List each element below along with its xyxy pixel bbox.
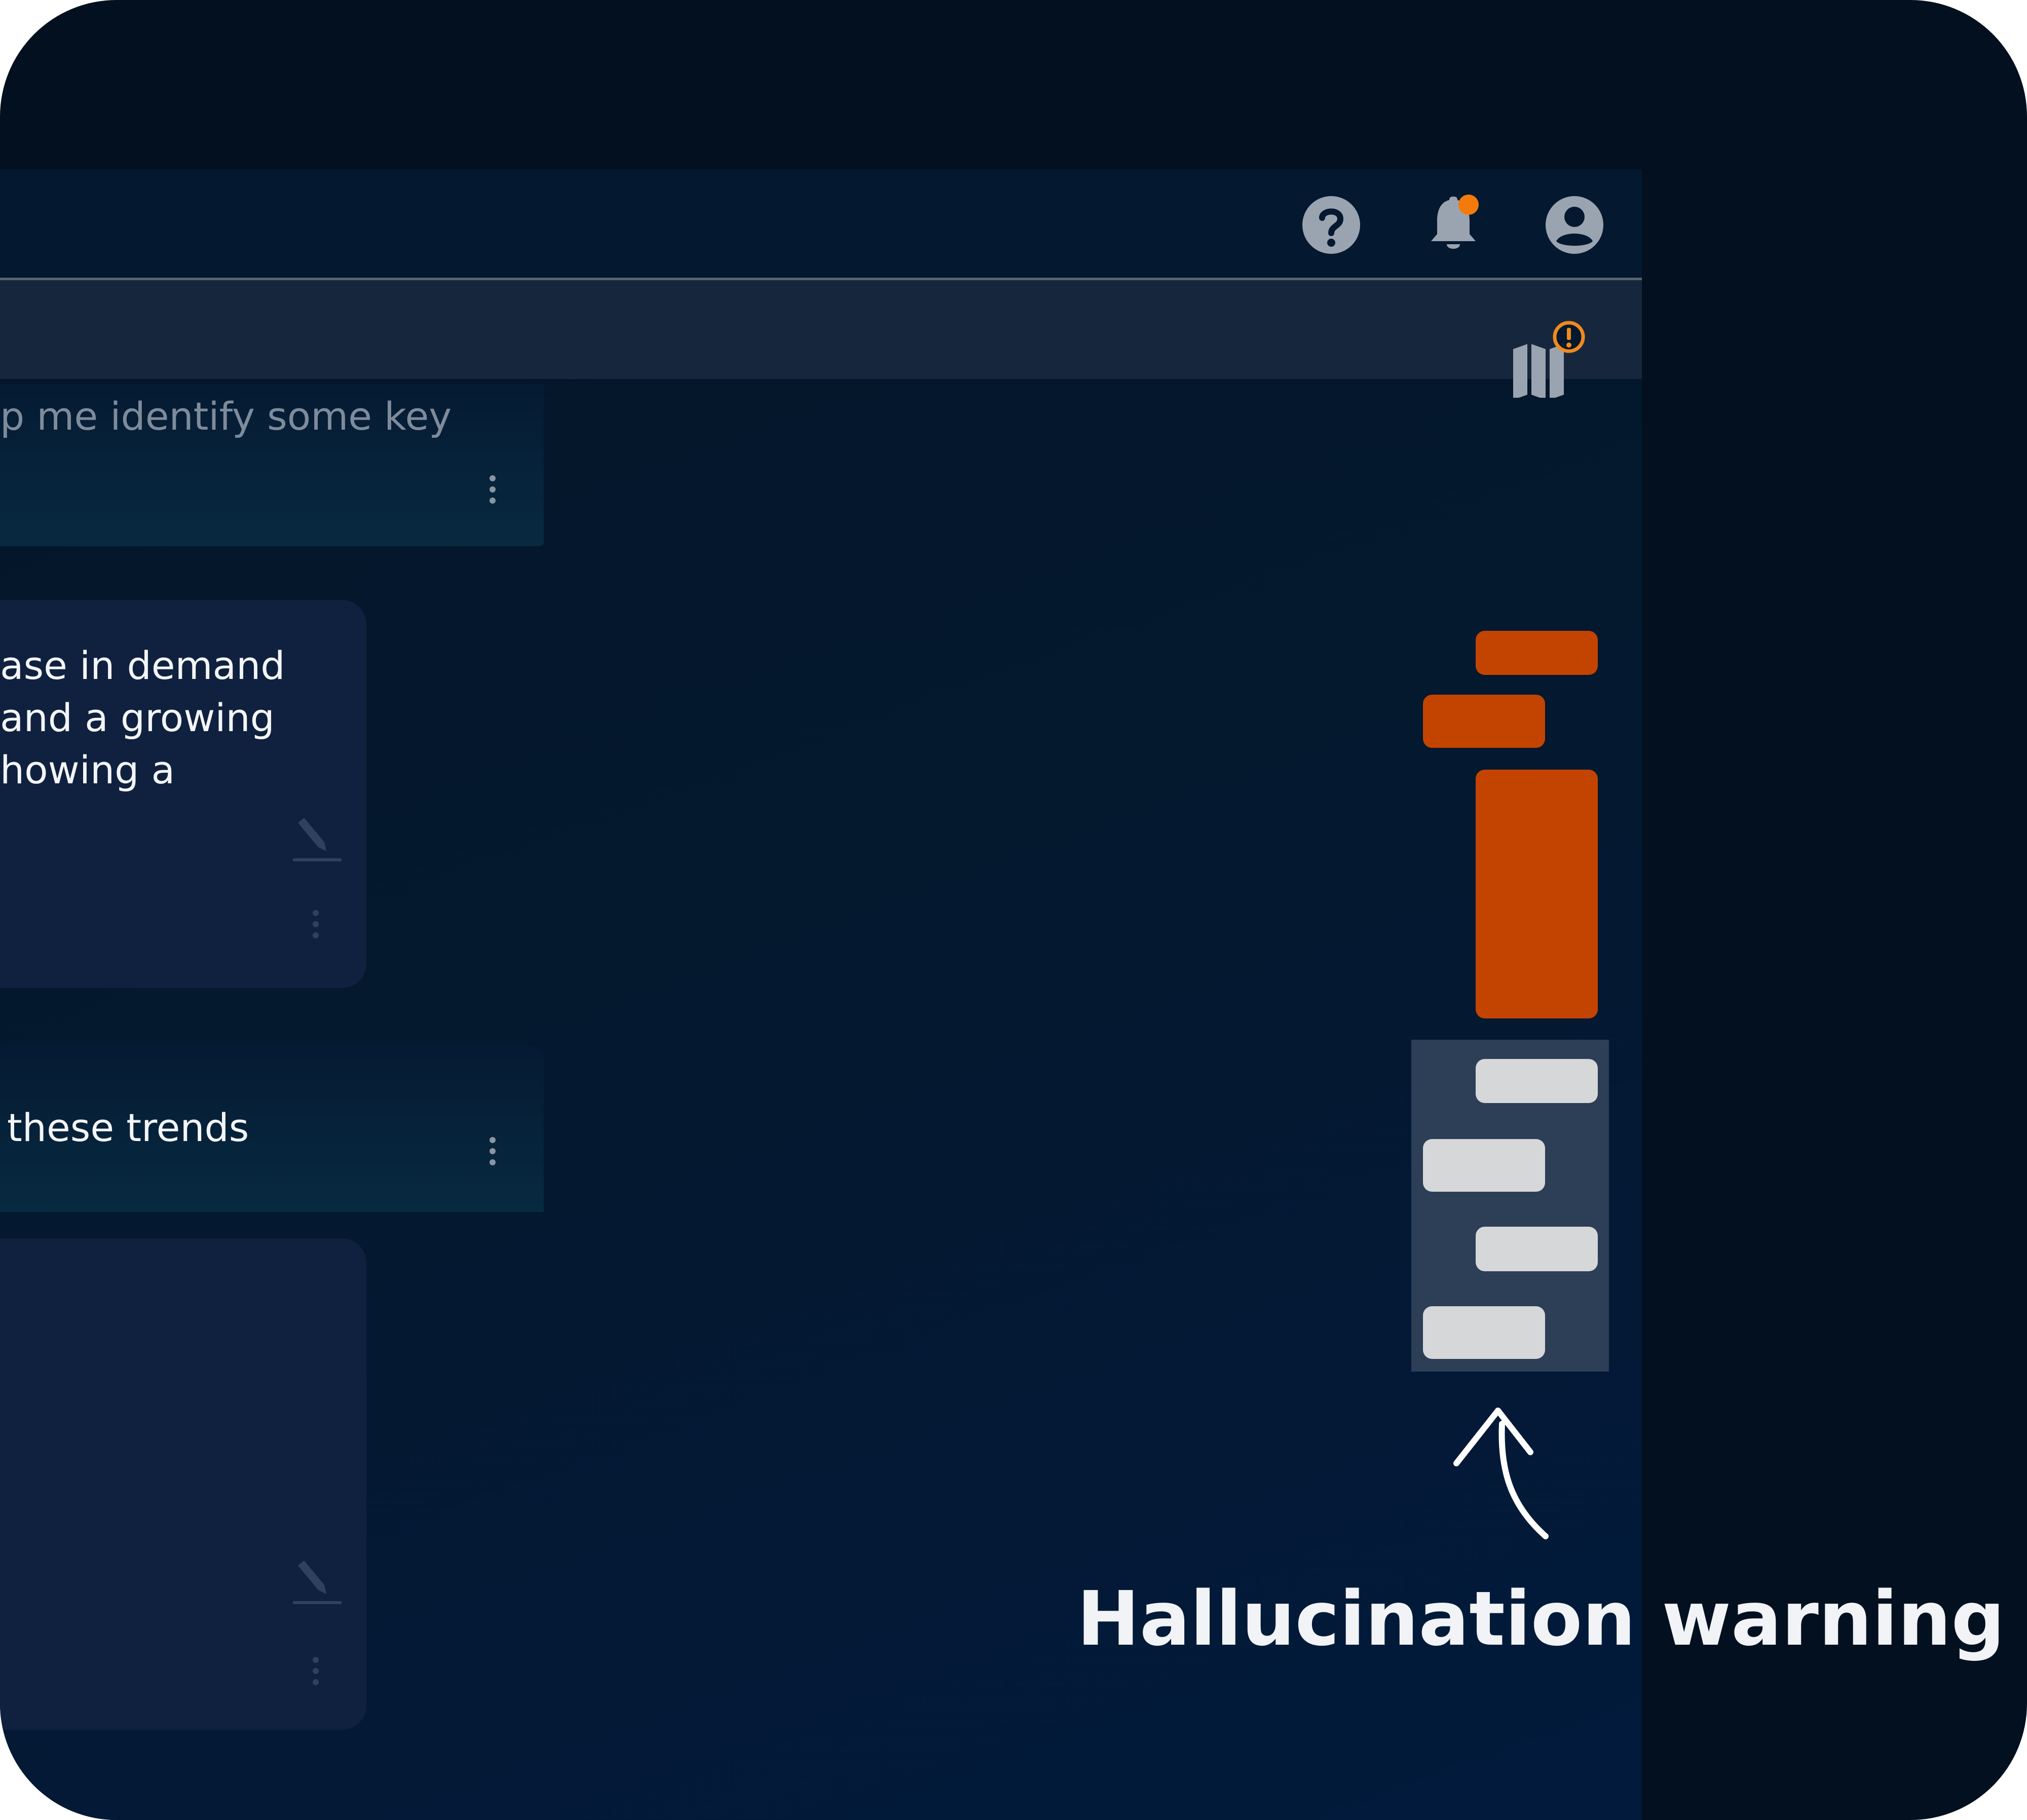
map-icon[interactable] bbox=[1506, 317, 1592, 398]
alert-circle-icon bbox=[1553, 321, 1585, 353]
user-message: p me identify some key bbox=[0, 384, 544, 546]
minimap-block-warning[interactable] bbox=[1476, 770, 1598, 1018]
more-options-icon[interactable] bbox=[311, 1656, 321, 1686]
notification-dot bbox=[1458, 195, 1479, 215]
account-icon[interactable] bbox=[1544, 195, 1605, 255]
message-line: and a growing bbox=[0, 695, 275, 740]
device-frame: p me identify some key ase in demand and… bbox=[0, 0, 2027, 1820]
assistant-message bbox=[0, 1238, 366, 1730]
message-line: howing a bbox=[0, 747, 175, 792]
minimap-block[interactable] bbox=[1423, 1139, 1545, 1192]
user-message: these trends bbox=[0, 1045, 544, 1212]
minimap-block[interactable] bbox=[1476, 1059, 1598, 1103]
message-line: these trends bbox=[7, 1105, 249, 1150]
minimap-block[interactable] bbox=[1476, 1227, 1598, 1271]
message-line: ase in demand bbox=[0, 643, 285, 688]
edit-icon[interactable] bbox=[293, 818, 342, 866]
help-icon[interactable] bbox=[1301, 195, 1362, 255]
more-options-icon[interactable] bbox=[487, 1136, 498, 1166]
top-bar bbox=[0, 169, 1642, 280]
more-options-icon[interactable] bbox=[311, 909, 321, 939]
curved-arrow-icon bbox=[1449, 1404, 1556, 1540]
minimap-block-warning[interactable] bbox=[1476, 631, 1598, 675]
bell-icon[interactable] bbox=[1423, 195, 1484, 255]
annotation-caption: Hallucination warning bbox=[1077, 1575, 2005, 1662]
more-options-icon[interactable] bbox=[487, 474, 498, 505]
minimap-block[interactable] bbox=[1423, 1306, 1545, 1359]
input-bar bbox=[0, 280, 1642, 379]
edit-icon[interactable] bbox=[293, 1561, 342, 1609]
minimap-block-warning[interactable] bbox=[1423, 695, 1545, 748]
message-line: p me identify some key bbox=[0, 394, 452, 439]
